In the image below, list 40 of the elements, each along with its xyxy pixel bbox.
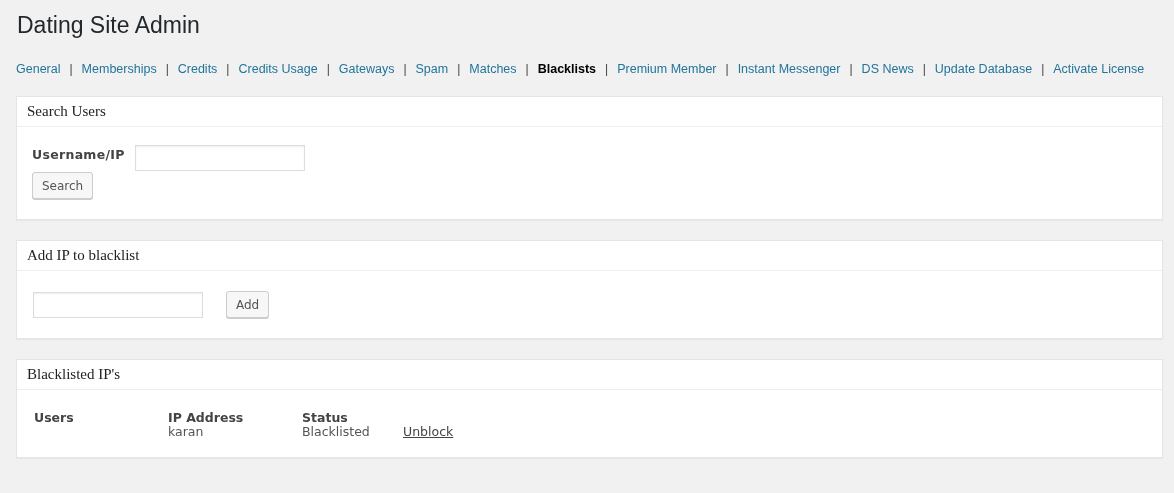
add-button[interactable]: Add [226,291,270,318]
nav-separator: | [922,62,926,76]
nav-tab[interactable]: Activate License [1053,62,1145,76]
nav-separator: | [1041,62,1045,76]
nav-separator: | [69,62,73,76]
page-title: Dating Site Admin [16,11,201,40]
table-cell-text: karan [168,425,205,439]
search-button[interactable]: Search [32,172,94,199]
nav-separator: | [457,62,461,76]
nav-tab[interactable]: Blacklists [537,62,597,76]
nav-tab[interactable]: Credits [177,62,218,76]
ip-field[interactable] [33,291,203,318]
column-header: IP Address [168,411,245,425]
column-header: Status [302,411,349,425]
nav-tab[interactable]: Memberships [81,62,157,76]
nav-tab[interactable]: DS News [861,62,914,76]
field-label: Username/IP [32,146,125,162]
nav-tab[interactable]: Update Database [934,62,1033,76]
nav-tab[interactable]: Matches [469,62,517,76]
nav-tab[interactable]: Spam [415,62,449,76]
nav-separator: | [165,62,169,76]
nav-separator: | [403,62,407,76]
nav-separator: | [226,62,230,76]
nav-tab[interactable]: Credits Usage [238,62,318,76]
nav-tab[interactable]: Instant Messenger [737,62,841,76]
nav-tab[interactable]: Premium Member [617,62,717,76]
nav-separator: | [326,62,330,76]
nav-tab[interactable]: General [16,62,61,76]
username-field[interactable] [134,145,305,171]
nav-separator: | [725,62,729,76]
nav-separator: | [525,62,529,76]
unblock-link[interactable]: Unblock [403,425,454,439]
panel-title: Search Users [17,97,1162,127]
nav-separator: | [605,62,609,76]
panel-title: Add IP to blacklist [17,241,1162,271]
nav-tab[interactable]: Gateways [338,62,395,76]
nav-separator: | [849,62,853,76]
table-cell-text: Blacklisted [302,425,371,439]
column-header: Users [34,411,75,425]
panel-title: Blacklisted IP's [17,360,1162,390]
